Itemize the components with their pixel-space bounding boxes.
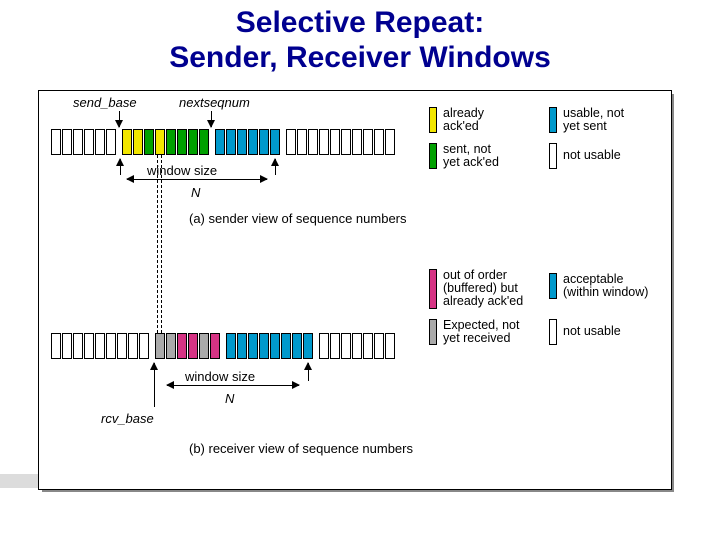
legend-text-out-of-order: out of order (buffered) but already ack'… [443, 269, 523, 308]
arrow-nextseqnum [211, 111, 212, 127]
arrow-send-base [119, 111, 120, 127]
arrow-rcv-base [154, 363, 155, 407]
title-line-1: Selective Repeat: [236, 6, 484, 39]
sender-sequence [51, 129, 396, 155]
swatch-green [429, 143, 437, 169]
swatch-white-b [549, 319, 557, 345]
page-title: Selective Repeat: Sender, Receiver Windo… [0, 0, 720, 75]
legend-text-not-usable-b: not usable [563, 325, 621, 338]
legend-expected: Expected, not yet received [429, 319, 519, 345]
swatch-yellow [429, 107, 437, 133]
label-nextseqnum: nextseqnum [179, 95, 250, 110]
label-N-b: N [225, 391, 234, 406]
label-rcv-base: rcv_base [101, 411, 154, 426]
swatch-blue [549, 107, 557, 133]
legend-text-already-acked: already ack'ed [443, 107, 484, 133]
diagram: send_base nextseqnum window size N (a) s… [39, 91, 671, 489]
receiver-sequence [51, 333, 396, 359]
legend-out-of-order: out of order (buffered) but already ack'… [429, 269, 523, 309]
legend-text-not-usable-a: not usable [563, 149, 621, 162]
swatch-white-a [549, 143, 557, 169]
legend-not-usable-b: not usable [549, 319, 621, 345]
arrow-window-right-a [275, 159, 276, 175]
legend-sent-not-acked: sent, not yet ack'ed [429, 143, 499, 169]
legend-text-usable-not-sent: usable, not yet sent [563, 107, 624, 133]
label-send-base: send_base [73, 95, 137, 110]
legend-text-sent-not-acked: sent, not yet ack'ed [443, 143, 499, 169]
legend-usable-not-sent: usable, not yet sent [549, 107, 624, 133]
window-span-b [167, 385, 299, 386]
swatch-pink [429, 269, 437, 309]
label-window-size-b: window size [185, 369, 255, 384]
dashed-line-left [157, 155, 158, 333]
dashed-line-right [161, 155, 162, 333]
figure-frame: send_base nextseqnum window size N (a) s… [38, 90, 672, 490]
swatch-blue-b [549, 273, 557, 299]
label-N-a: N [191, 185, 200, 200]
legend-not-usable-a: not usable [549, 143, 621, 169]
swatch-gray [429, 319, 437, 345]
caption-b: (b) receiver view of sequence numbers [189, 441, 413, 456]
arrow-window-right-b [308, 363, 309, 381]
caption-a: (a) sender view of sequence numbers [189, 211, 407, 226]
arrow-window-left-a [120, 159, 121, 175]
title-line-2: Sender, Receiver Windows [169, 41, 551, 74]
legend-text-expected: Expected, not yet received [443, 319, 519, 345]
legend-text-acceptable: acceptable (within window) [563, 273, 648, 299]
legend-already-acked: already ack'ed [429, 107, 484, 133]
window-span-a [127, 179, 267, 180]
footer-decoration [0, 474, 38, 488]
legend-acceptable: acceptable (within window) [549, 273, 648, 299]
